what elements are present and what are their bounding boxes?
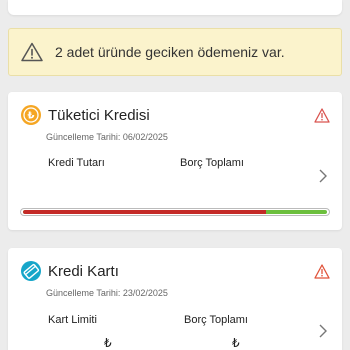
warning-triangle-icon [314, 108, 330, 123]
overdue-alert-banner[interactable]: 2 adet üründe geciken ödemeniz var. [8, 28, 342, 76]
card-debt-total-label: Borç Toplamı [184, 314, 248, 326]
chevron-right-icon[interactable] [318, 324, 328, 338]
svg-text:₺: ₺ [28, 111, 35, 122]
credit-card-update-date: Güncelleme Tarihi: 23/02/2025 [46, 288, 168, 298]
payment-progress-bar [20, 208, 330, 216]
consumer-loan-update-date: Güncelleme Tarihi: 06/02/2025 [46, 132, 168, 142]
chevron-right-icon[interactable] [318, 169, 328, 183]
alert-text: 2 adet üründe geciken ödemeniz var. [55, 44, 285, 60]
progress-track [23, 210, 327, 214]
credit-card-title: Kredi Kartı [48, 262, 119, 280]
progress-fill [23, 210, 267, 214]
lira-coin-icon: ₺ [20, 104, 42, 126]
credit-card-icon [20, 260, 42, 282]
card-limit-label: Kart Limiti [48, 314, 97, 326]
card-limit-value: ₺ [104, 336, 112, 350]
warning-triangle-icon [314, 264, 330, 279]
credit-card-card[interactable]: Kredi Kartı Güncelleme Tarihi: 23/02/202… [8, 248, 342, 350]
warning-triangle-icon [21, 42, 43, 62]
loan-amount-label: Kredi Tutarı [48, 157, 105, 169]
consumer-loan-header: ₺ Tüketici Kredisi [20, 104, 150, 126]
consumer-loan-title: Tüketici Kredisi [48, 106, 150, 124]
consumer-loan-card[interactable]: ₺ Tüketici Kredisi Güncelleme Tarihi: 06… [8, 92, 342, 230]
loan-debt-total-label: Borç Toplamı [180, 157, 244, 169]
credit-card-header: Kredi Kartı [20, 260, 119, 282]
card-debt-total-value: ₺ [232, 336, 240, 350]
previous-card [8, 0, 342, 15]
